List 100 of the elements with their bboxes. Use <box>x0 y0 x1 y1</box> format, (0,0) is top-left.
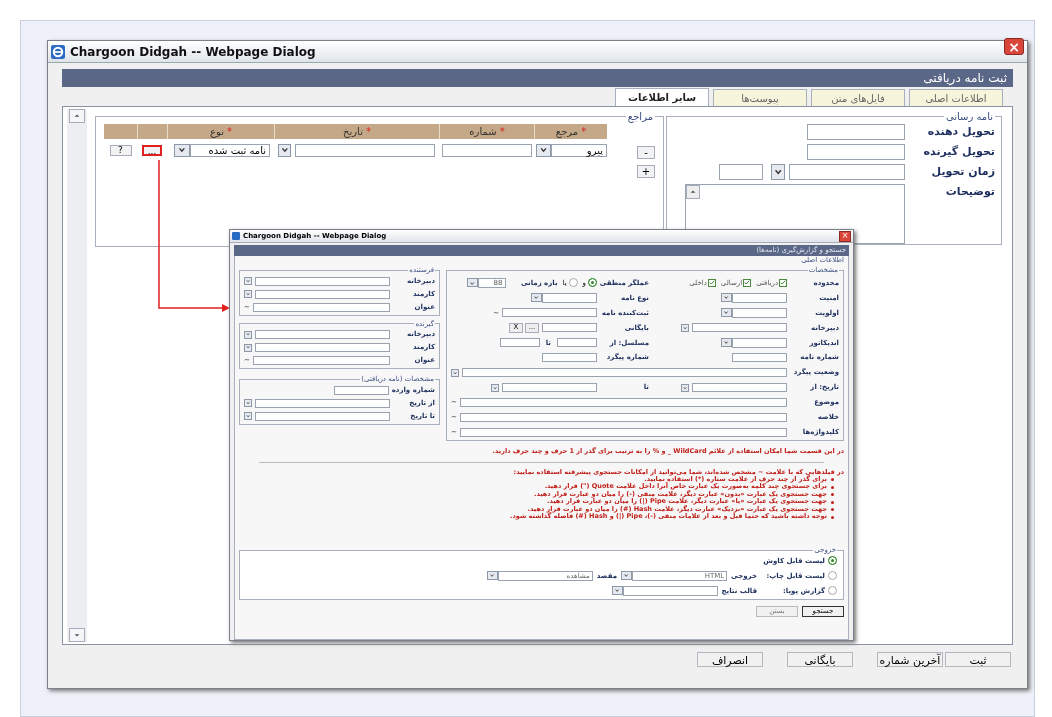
select-field[interactable] <box>542 292 597 303</box>
field-label: تحویل گیرنده <box>922 144 995 160</box>
radio-button[interactable] <box>828 571 837 581</box>
select-field[interactable] <box>732 292 787 303</box>
browser-icon <box>51 44 65 59</box>
remove-row-button[interactable]: - <box>637 146 655 159</box>
required-mark: * <box>365 125 371 139</box>
browse-button[interactable]: ... <box>142 144 162 156</box>
text-field[interactable] <box>542 353 597 363</box>
text-field[interactable] <box>255 343 390 352</box>
action-button[interactable]: ثبت <box>945 651 1011 667</box>
chevron-down-icon <box>538 146 549 154</box>
required-mark: * <box>226 125 232 139</box>
text-field[interactable] <box>462 368 787 378</box>
chevron-down-icon <box>245 291 251 297</box>
help-button[interactable]: ? <box>109 144 132 156</box>
select-field[interactable] <box>732 307 787 318</box>
tab[interactable]: سایر اطلاعات <box>615 88 709 106</box>
text-field[interactable] <box>255 330 390 339</box>
text-field[interactable] <box>557 338 597 348</box>
fieldset-legend: مراجع <box>625 109 655 124</box>
select-field[interactable] <box>732 337 787 348</box>
text-field[interactable] <box>499 338 540 348</box>
field-label: زمان تحویل <box>930 164 995 180</box>
checkmark-icon <box>744 279 751 287</box>
text-field[interactable] <box>807 124 905 140</box>
chevron-down-icon <box>533 295 540 301</box>
text-field[interactable] <box>789 164 905 180</box>
triangle-icon <box>73 631 81 639</box>
chevron-down-icon <box>245 400 251 406</box>
text-field[interactable] <box>441 143 532 157</box>
select-field[interactable]: پیرو <box>551 143 607 157</box>
text-field[interactable] <box>502 383 597 393</box>
column-title: تاریخ <box>343 125 363 139</box>
text-field[interactable] <box>459 413 787 423</box>
chevron-down-icon <box>245 345 251 350</box>
bullet-icon <box>831 508 834 511</box>
chevron-down-icon <box>723 295 730 301</box>
text-field[interactable] <box>502 308 597 318</box>
chevron-down-icon <box>623 573 630 579</box>
column-title: نوع <box>210 125 224 139</box>
text-field[interactable] <box>459 398 787 408</box>
action-button[interactable]: انصراف <box>697 651 763 667</box>
fieldset-legend: نامه رسانی <box>943 109 995 124</box>
radio-button[interactable] <box>828 556 837 566</box>
chevron-down-icon <box>280 146 289 154</box>
radio-button[interactable] <box>828 586 837 596</box>
bullet-icon <box>831 493 834 496</box>
column-title: مرجع <box>555 125 579 139</box>
chevron-down-icon <box>773 167 783 177</box>
add-row-button[interactable]: + <box>637 165 655 178</box>
text-field[interactable] <box>255 289 390 299</box>
select-field[interactable] <box>622 585 718 596</box>
tab[interactable]: اطلاعات اصلی <box>909 89 1003 106</box>
chevron-down-icon <box>245 413 251 419</box>
window-title: Chargoon Didgah -- Webpage Dialog <box>70 43 317 61</box>
radio-button[interactable] <box>588 278 597 288</box>
dropdown-button[interactable] <box>536 143 551 157</box>
checkmark-icon <box>780 279 786 287</box>
dropdown-button[interactable] <box>771 164 785 180</box>
text-field[interactable] <box>692 323 787 333</box>
text-field[interactable] <box>255 276 390 286</box>
chevron-down-icon <box>489 573 496 579</box>
text-field[interactable] <box>255 398 390 408</box>
text-field[interactable] <box>333 385 389 395</box>
browser-icon <box>232 232 240 240</box>
column-title: شماره <box>469 125 497 139</box>
scrollbar[interactable] <box>67 109 87 642</box>
chevron-down-icon <box>468 280 476 286</box>
tab[interactable]: پیوست‌ها <box>713 89 807 106</box>
text-field[interactable] <box>252 302 390 312</box>
chevron-down-icon <box>723 340 730 346</box>
close-button[interactable]: × <box>839 230 851 242</box>
radio-button[interactable] <box>568 278 578 288</box>
triangle-icon <box>689 188 697 196</box>
checkbox[interactable] <box>707 278 716 287</box>
tab[interactable]: فایل‌های متن <box>811 89 905 106</box>
text-field[interactable] <box>732 353 787 363</box>
select-field[interactable]: نامه ثبت شده <box>190 143 270 157</box>
text-field[interactable] <box>255 411 390 421</box>
chevron-down-icon <box>245 332 251 337</box>
text-field[interactable] <box>542 323 597 333</box>
checkmark-icon <box>708 279 715 287</box>
text-field[interactable] <box>295 143 435 157</box>
required-mark: * <box>499 125 505 139</box>
field-label: توضیحات <box>944 184 995 200</box>
checkbox[interactable] <box>779 278 787 287</box>
chevron-down-icon <box>613 588 621 594</box>
dropdown-button[interactable] <box>174 143 190 157</box>
text-field[interactable] <box>807 144 905 160</box>
bullet-icon <box>831 485 834 489</box>
text-field[interactable] <box>459 428 787 437</box>
action-button[interactable]: آخرین شماره <box>877 651 943 667</box>
action-button[interactable]: بایگانی <box>787 651 853 667</box>
checkbox[interactable] <box>743 278 752 287</box>
time-field[interactable] <box>719 164 763 180</box>
text-field[interactable] <box>252 356 390 365</box>
text-field[interactable] <box>692 383 787 393</box>
close-button[interactable]: × <box>1004 38 1024 55</box>
dropdown-button[interactable] <box>278 143 291 157</box>
